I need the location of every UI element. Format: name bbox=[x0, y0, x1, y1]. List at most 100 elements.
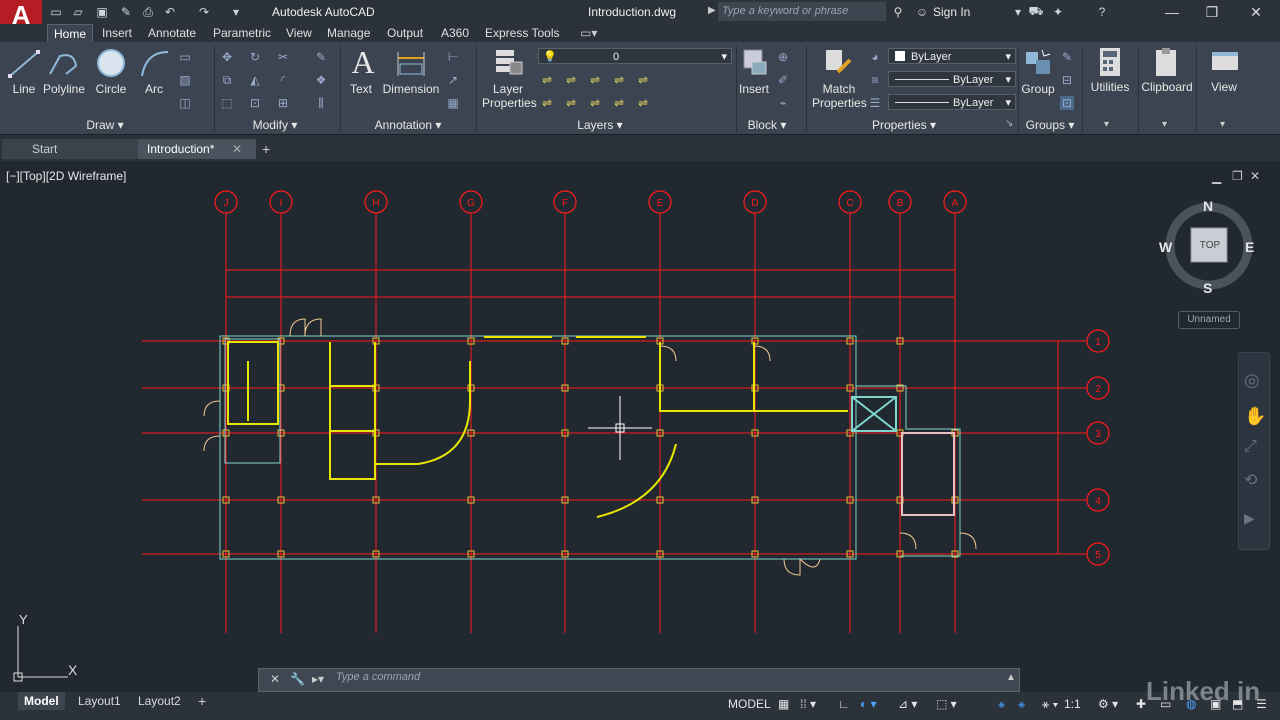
erase-icon[interactable]: ✎ bbox=[314, 50, 328, 64]
lineweight-dropdown[interactable]: ByLayer ▾ bbox=[888, 94, 1016, 110]
customize-chevron-icon[interactable]: ▾ bbox=[228, 4, 244, 20]
view-button[interactable]: View bbox=[1200, 80, 1248, 94]
command-history-icon[interactable]: ▲ bbox=[1006, 672, 1016, 683]
sign-in-chevron-icon[interactable]: ▾ bbox=[1010, 4, 1026, 20]
stretch-icon[interactable]: ⬚ bbox=[220, 96, 234, 110]
search-input[interactable]: Type a keyword or phrase bbox=[718, 2, 886, 21]
redo-icon[interactable]: ↷ bbox=[196, 4, 212, 20]
linear-dimension-icon[interactable]: ⊢ bbox=[446, 50, 460, 64]
restore-icon[interactable]: ❐ bbox=[1194, 2, 1230, 22]
layer-tool-icon[interactable]: ⇌ bbox=[588, 73, 602, 87]
groups-panel-title[interactable]: Groups ▾ bbox=[1022, 116, 1078, 134]
rotate-icon[interactable]: ↻ bbox=[248, 50, 262, 64]
open-icon[interactable]: ▱ bbox=[70, 4, 86, 20]
new-icon[interactable]: ▭ bbox=[48, 4, 64, 20]
save-icon[interactable]: ▣ bbox=[94, 4, 110, 20]
gradient-icon[interactable]: ◫ bbox=[178, 96, 192, 110]
move-icon[interactable]: ✥ bbox=[220, 50, 234, 64]
isodraft-icon[interactable]: ⬚ ▾ bbox=[936, 697, 957, 711]
insert-button[interactable]: Insert bbox=[736, 82, 772, 96]
ortho-icon[interactable]: ∟ bbox=[838, 697, 850, 711]
properties-launcher-icon[interactable]: ↘ bbox=[1005, 118, 1013, 129]
text-button[interactable]: Text bbox=[344, 82, 378, 96]
layer-tool-icon[interactable]: ⇌ bbox=[540, 73, 554, 87]
edit-block-icon[interactable]: ✐ bbox=[776, 73, 790, 87]
pan-hand-icon[interactable]: ✋ bbox=[1244, 406, 1266, 427]
undo-icon[interactable]: ↶ bbox=[162, 4, 178, 20]
tab-output[interactable]: Output bbox=[381, 24, 429, 42]
layer-tool-icon[interactable]: ⇌ bbox=[612, 96, 626, 110]
chevron-down-icon[interactable]: ▾ bbox=[1104, 119, 1109, 130]
layers-panel-title[interactable]: Layers ▾ bbox=[570, 116, 630, 134]
object-snap-icon[interactable]: ⊿ ▾ bbox=[898, 697, 917, 711]
dimension-button[interactable]: Dimension bbox=[382, 82, 440, 96]
tab-home[interactable]: Home bbox=[47, 24, 94, 43]
annotation-panel-title[interactable]: Annotation ▾ bbox=[370, 116, 446, 134]
ucs-dropdown[interactable]: Unnamed bbox=[1178, 311, 1240, 329]
annotation-visibility-icon[interactable]: ⚹ bbox=[998, 697, 1005, 712]
create-block-icon[interactable]: ⊕ bbox=[776, 50, 790, 64]
annotation-scale-icon[interactable]: ⚹ ▾ bbox=[1042, 697, 1058, 712]
arc-button[interactable]: Arc bbox=[136, 82, 172, 96]
model-space-button[interactable]: MODEL bbox=[728, 697, 771, 711]
auto-scale-icon[interactable]: ⚹ bbox=[1018, 697, 1025, 712]
viewport-minimize-icon[interactable]: ▁ bbox=[1212, 170, 1221, 184]
file-tab-start[interactable]: Start bbox=[2, 139, 138, 159]
clipboard-button[interactable]: Clipboard bbox=[1140, 80, 1194, 94]
tab-manage[interactable]: Manage bbox=[321, 24, 376, 42]
layer-tool-icon[interactable]: ⇌ bbox=[588, 96, 602, 110]
linetype-dropdown[interactable]: ByLayer ▾ bbox=[888, 71, 1016, 87]
annotation-scale-value[interactable]: 1:1 bbox=[1064, 697, 1081, 711]
chevron-down-icon[interactable]: ▾ bbox=[1220, 119, 1225, 130]
group-button[interactable]: Group bbox=[1018, 82, 1058, 96]
workspace-gear-icon[interactable]: ⚙ ▾ bbox=[1098, 697, 1118, 711]
layer-dropdown[interactable]: 💡 0 ▾ bbox=[538, 48, 732, 64]
command-input[interactable]: Type a command bbox=[336, 671, 420, 683]
block-attribute-icon[interactable]: ⌁ bbox=[776, 96, 790, 110]
draw-panel-title[interactable]: Draw ▾ bbox=[80, 116, 130, 134]
viewcube-top-face[interactable]: TOP bbox=[1192, 240, 1228, 251]
floor-plan-drawing[interactable]: J I H G F E D C B A 1 2 3 4 5 bbox=[0, 161, 1130, 641]
layout-tab-model[interactable]: Model bbox=[18, 692, 65, 710]
orbit-icon[interactable]: ⟲ bbox=[1244, 470, 1257, 490]
help-icon[interactable]: ? bbox=[1094, 4, 1110, 20]
file-tab-introduction[interactable]: Introduction* ✕ bbox=[138, 139, 256, 159]
customize-command-icon[interactable]: 🔧 bbox=[290, 672, 305, 686]
utilities-button[interactable]: Utilities bbox=[1086, 80, 1134, 94]
block-panel-title[interactable]: Block ▾ bbox=[744, 116, 790, 134]
layer-tool-icon[interactable]: ⇌ bbox=[636, 96, 650, 110]
chevron-down-icon[interactable]: ▾ bbox=[1162, 119, 1167, 130]
layout-tab-2[interactable]: Layout2 bbox=[132, 692, 187, 710]
layer-tool-icon[interactable]: ⇌ bbox=[564, 96, 578, 110]
array-icon[interactable]: ⊞ bbox=[276, 96, 290, 110]
explode-icon[interactable]: ❖ bbox=[314, 73, 328, 87]
compass-south[interactable]: S bbox=[1203, 280, 1212, 296]
steering-wheel-icon[interactable]: ◎ bbox=[1244, 370, 1260, 391]
trim-icon[interactable]: ✂ bbox=[276, 50, 290, 64]
close-icon[interactable]: ✕ bbox=[1238, 2, 1274, 22]
compass-north[interactable]: N bbox=[1203, 198, 1213, 214]
tab-a360[interactable]: A360 bbox=[435, 24, 475, 42]
group-edit-icon[interactable]: ⊟ bbox=[1060, 73, 1074, 87]
search-expand-icon[interactable]: ▶ bbox=[708, 5, 716, 16]
layer-tool-icon[interactable]: ⇌ bbox=[612, 73, 626, 87]
table-icon[interactable]: ▦ bbox=[446, 96, 460, 110]
connect-icon[interactable]: ✦ bbox=[1050, 4, 1066, 20]
sign-in-link[interactable]: Sign In bbox=[933, 5, 970, 19]
ungroup-icon[interactable]: ✎ bbox=[1060, 50, 1074, 64]
layer-tool-icon[interactable]: ⇌ bbox=[636, 73, 650, 87]
hatch-icon[interactable]: ▨ bbox=[178, 73, 192, 87]
viewport-close-icon[interactable]: ✕ bbox=[1250, 169, 1260, 183]
tab-view[interactable]: View bbox=[280, 24, 318, 42]
fillet-icon[interactable]: ◜ bbox=[276, 73, 290, 87]
user-icon[interactable]: ☺ bbox=[914, 4, 930, 20]
layer-tool-icon[interactable]: ⇌ bbox=[540, 96, 554, 110]
layer-tool-icon[interactable]: ⇌ bbox=[564, 73, 578, 87]
close-command-icon[interactable]: ✕ bbox=[270, 672, 280, 686]
layout-tab-1[interactable]: Layout1 bbox=[72, 692, 127, 710]
leader-icon[interactable]: ↗ bbox=[446, 73, 460, 87]
annotation-monitor-icon[interactable]: ✚ bbox=[1136, 697, 1146, 711]
showmotion-icon[interactable]: ▶ bbox=[1244, 510, 1255, 527]
polyline-button[interactable]: Polyline bbox=[42, 82, 86, 96]
copy-icon[interactable]: ⧉ bbox=[220, 73, 234, 87]
